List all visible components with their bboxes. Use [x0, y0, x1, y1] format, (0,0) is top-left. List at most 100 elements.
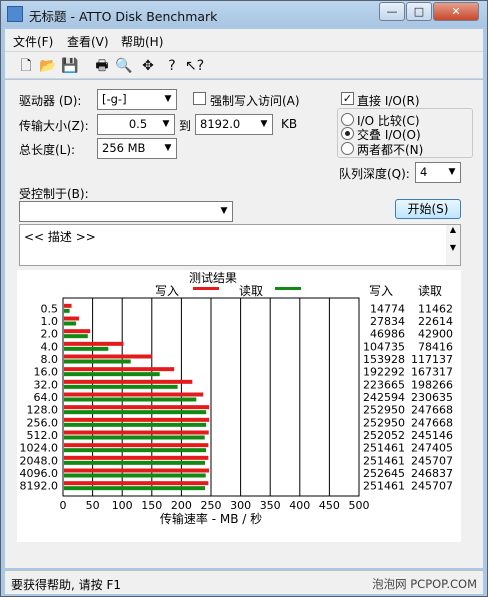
- new-icon[interactable]: 🗋: [17, 57, 35, 75]
- write-value: 252950: [363, 404, 405, 417]
- total-length-label: 总长度(L):: [19, 143, 76, 157]
- controlled-by-label: 受控制于(B):: [19, 187, 89, 201]
- write-value: 242594: [363, 391, 405, 404]
- write-bar: [64, 417, 210, 422]
- write-bar: [64, 443, 209, 448]
- transfer-to-select[interactable]: 8192.0 ▼: [195, 114, 273, 135]
- transfer-size-label: 传输大小(Z):: [19, 119, 89, 133]
- y-tick-label: 32.0: [34, 378, 59, 391]
- x-tick-label: 150: [141, 499, 162, 512]
- legend-write-swatch: [193, 287, 219, 290]
- write-bar: [64, 341, 124, 346]
- direct-io-label: 直接 I/O(R): [357, 94, 420, 108]
- menu-view[interactable]: 查看(V): [67, 33, 109, 50]
- read-value: 22614: [418, 315, 453, 328]
- status-text: 要获得帮助, 请按 F1: [11, 578, 121, 592]
- write-value: 252052: [363, 429, 405, 442]
- write-value: 14774: [370, 302, 405, 315]
- read-value: 245146: [411, 429, 453, 442]
- transfer-from-select[interactable]: 0.5 ▼: [97, 114, 175, 135]
- y-tick-label: 0.5: [41, 302, 59, 315]
- write-value: 251461: [363, 454, 405, 467]
- overlapped-io-radio[interactable]: [341, 127, 354, 140]
- queue-depth-label: 队列深度(Q):: [339, 167, 410, 181]
- y-tick-label: 2.0: [41, 328, 59, 341]
- chevron-down-icon: ▼: [220, 206, 228, 216]
- app-icon: [7, 6, 23, 22]
- read-bar: [64, 334, 88, 339]
- menu-help[interactable]: 帮助(H): [121, 33, 163, 50]
- print-preview-icon[interactable]: 🔍: [115, 57, 133, 75]
- write-value: 104735: [363, 340, 405, 353]
- x-tick-label: 200: [171, 499, 192, 512]
- chevron-down-icon: ▼: [162, 119, 170, 129]
- start-button[interactable]: 开始(S): [395, 199, 461, 219]
- write-bar: [64, 379, 193, 384]
- x-axis-label: 传输速率 - MB / 秒: [160, 511, 262, 526]
- open-icon[interactable]: 📂: [39, 57, 57, 75]
- read-value: 245707: [411, 454, 453, 467]
- context-help-icon[interactable]: ↖?: [185, 57, 204, 75]
- write-value: 153928: [363, 353, 405, 366]
- menu-file[interactable]: 文件(F): [13, 33, 53, 50]
- force-write-checkbox[interactable]: [193, 92, 206, 105]
- read-value: 42900: [418, 328, 453, 341]
- read-bar: [64, 460, 206, 465]
- x-tick-label: 100: [112, 499, 133, 512]
- queue-depth-select[interactable]: 4 ▼: [415, 162, 461, 183]
- title-bar[interactable]: 无标题 - ATTO Disk Benchmark — □ ✕: [1, 1, 487, 27]
- x-tick-label: 50: [86, 499, 100, 512]
- read-value: 246837: [411, 467, 453, 480]
- minimize-button[interactable]: —: [379, 2, 405, 21]
- read-bar: [64, 473, 206, 478]
- read-value: 245707: [411, 480, 453, 493]
- description-box[interactable]: << 描述 >> ▲ ▼: [19, 224, 461, 266]
- read-bar: [64, 384, 178, 389]
- chevron-down-icon: ▼: [164, 143, 172, 153]
- read-bar: [64, 372, 160, 377]
- controlled-by-select[interactable]: ▼: [19, 201, 233, 222]
- toolbar: 🗋 📂 💾 🖶 🔍 ✥ ? ↖?: [5, 51, 483, 79]
- write-value: 251461: [363, 480, 405, 493]
- save-icon[interactable]: 💾: [61, 57, 79, 75]
- y-tick-label: 16.0: [34, 366, 59, 379]
- y-tick-label: 64.0: [34, 391, 59, 404]
- description-scrollbar[interactable]: ▲ ▼: [446, 225, 460, 265]
- write-bar: [64, 455, 209, 460]
- read-value: 247668: [411, 416, 453, 429]
- chevron-down-icon: ▼: [448, 167, 456, 177]
- read-bar: [64, 321, 77, 326]
- drive-select[interactable]: [-g-] ▼: [97, 89, 177, 110]
- client-area: 驱动器 (D): [-g-] ▼ 强制写入访问(A) 传输大小(Z): 0.5 …: [5, 80, 483, 568]
- close-button[interactable]: ✕: [433, 2, 479, 21]
- window-title: 无标题 - ATTO Disk Benchmark: [29, 9, 218, 24]
- column-header-read: 读取: [418, 284, 442, 298]
- write-bar: [64, 316, 80, 321]
- maximize-button[interactable]: □: [406, 2, 432, 21]
- app-window: 无标题 - ATTO Disk Benchmark — □ ✕ 文件(F) 查看…: [0, 0, 488, 597]
- read-bar: [64, 435, 205, 440]
- queue-depth-value: 4: [420, 165, 428, 179]
- print-icon[interactable]: 🖶: [93, 57, 111, 75]
- read-bar: [64, 346, 109, 351]
- write-value: 192292: [363, 366, 405, 379]
- io-compare-radio[interactable]: [341, 113, 354, 126]
- y-tick-label: 8192.0: [20, 480, 59, 493]
- read-bar: [64, 397, 197, 402]
- write-value: 251461: [363, 442, 405, 455]
- x-tick-label: 300: [230, 499, 251, 512]
- write-value: 223665: [363, 378, 405, 391]
- write-bar: [64, 468, 210, 473]
- move-icon[interactable]: ✥: [139, 57, 157, 75]
- direct-io-checkbox[interactable]: ✓: [341, 92, 354, 105]
- write-value: 252645: [363, 467, 405, 480]
- x-tick-label: 400: [289, 499, 310, 512]
- neither-radio[interactable]: [341, 142, 354, 155]
- total-length-select[interactable]: 256 MB ▼: [97, 138, 177, 159]
- read-value: 167317: [411, 366, 453, 379]
- help-icon[interactable]: ?: [163, 57, 181, 75]
- force-write-label: 强制写入访问(A): [210, 94, 300, 108]
- write-bar: [64, 481, 209, 486]
- write-bar: [64, 329, 91, 334]
- drive-label: 驱动器 (D):: [19, 94, 82, 108]
